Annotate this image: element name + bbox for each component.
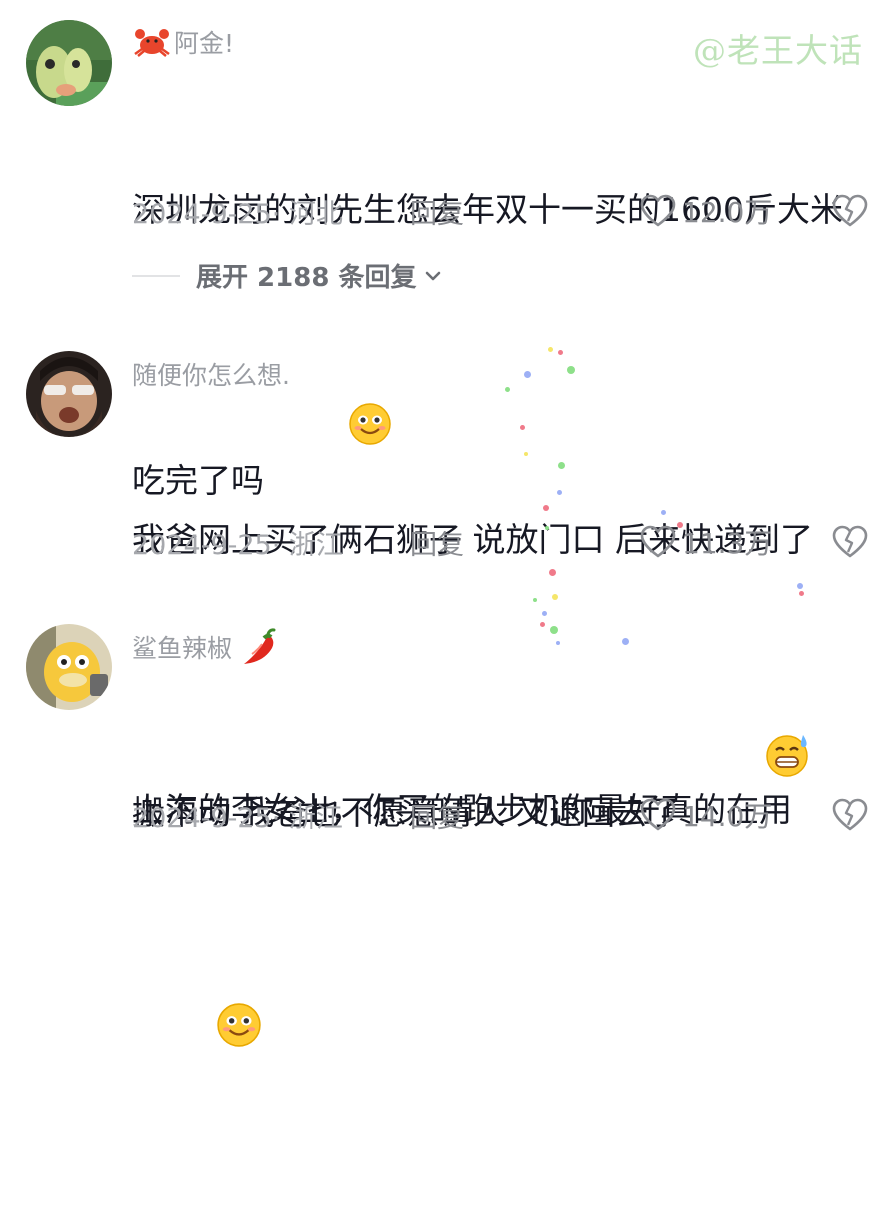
date-location: 2024-9-25· 河北 — [132, 198, 343, 230]
username-text: 随便你怎么想. — [132, 361, 290, 390]
username[interactable]: 随便你怎么想. — [132, 356, 290, 392]
comment-text-line — [132, 947, 882, 1119]
confetti-dot — [549, 569, 556, 576]
confetti-dot — [548, 347, 553, 352]
broken-heart-icon — [832, 525, 868, 558]
confetti-dot — [556, 641, 560, 645]
confetti-dot — [552, 594, 558, 600]
smile-emoji — [132, 947, 262, 1119]
comment-text: 上海的李女士，你买的跑步机你最好真的在用 — [132, 672, 882, 1229]
username-text: 阿金! — [174, 29, 235, 58]
like-button[interactable]: 14.0万 — [640, 795, 772, 835]
dislike-button[interactable] — [832, 194, 868, 235]
divider-line — [132, 274, 180, 277]
heart-icon — [640, 798, 676, 831]
confetti-dot — [557, 490, 562, 495]
avatar[interactable] — [26, 624, 112, 710]
avatar[interactable] — [26, 351, 112, 437]
confetti-dot — [540, 622, 545, 627]
confetti-dot — [524, 371, 531, 378]
heart-icon — [640, 525, 676, 558]
confetti-dot — [505, 387, 510, 392]
like-button[interactable]: 12.0万 — [640, 191, 772, 231]
confetti-dot — [558, 462, 565, 469]
username[interactable]: 鲨鱼辣椒 — [132, 628, 278, 666]
confetti-dot — [542, 611, 547, 616]
confetti-dot — [545, 526, 549, 530]
confetti-dot — [520, 425, 525, 430]
like-button[interactable]: 11.3万 — [640, 522, 772, 562]
date-location: 2024-9-25· 浙江 — [132, 802, 343, 834]
confetti-dot — [524, 452, 528, 456]
confetti-dot — [567, 366, 575, 374]
comment-meta: 2024-9-25· 河北 回复 12.0万 — [132, 191, 872, 231]
reply-button[interactable]: 回复 — [410, 796, 464, 835]
like-count: 14.0万 — [682, 800, 773, 833]
comment-meta: 2024-9-25· 浙江 回复 14.0万 — [132, 795, 872, 835]
confetti-dot — [677, 522, 683, 528]
date-location: 2024-9-25· 浙江 — [132, 529, 343, 561]
watermark: @老王大话 — [693, 31, 863, 70]
crab-icon — [132, 27, 172, 57]
chili-pepper-icon — [238, 628, 278, 666]
expand-replies-button[interactable]: 展开 2188 条回复 — [132, 257, 444, 294]
chevron-down-icon — [426, 271, 441, 280]
like-count: 11.3万 — [682, 527, 773, 560]
confetti-dot — [622, 638, 629, 645]
like-count: 12.0万 — [682, 196, 773, 229]
confetti-dot — [533, 598, 537, 602]
username[interactable]: 阿金! — [132, 24, 234, 60]
username-text: 鲨鱼辣椒 — [132, 634, 233, 663]
confetti-dot — [797, 583, 803, 589]
heart-icon — [640, 194, 676, 227]
confetti-dot — [558, 350, 563, 355]
expand-replies-label: 展开 2188 条回复 — [196, 263, 417, 293]
broken-heart-icon — [832, 194, 868, 227]
confetti-dot — [799, 591, 804, 596]
confetti-dot — [550, 626, 558, 634]
dislike-button[interactable] — [832, 525, 868, 566]
avatar[interactable] — [26, 20, 112, 106]
dislike-button[interactable] — [832, 798, 868, 839]
comment-meta: 2024-9-25· 浙江 回复 11.3万 — [132, 522, 872, 562]
confetti-dot — [661, 510, 666, 515]
reply-button[interactable]: 回复 — [410, 523, 464, 562]
broken-heart-icon — [832, 798, 868, 831]
reply-button[interactable]: 回复 — [410, 192, 464, 231]
confetti-dot — [543, 505, 549, 511]
